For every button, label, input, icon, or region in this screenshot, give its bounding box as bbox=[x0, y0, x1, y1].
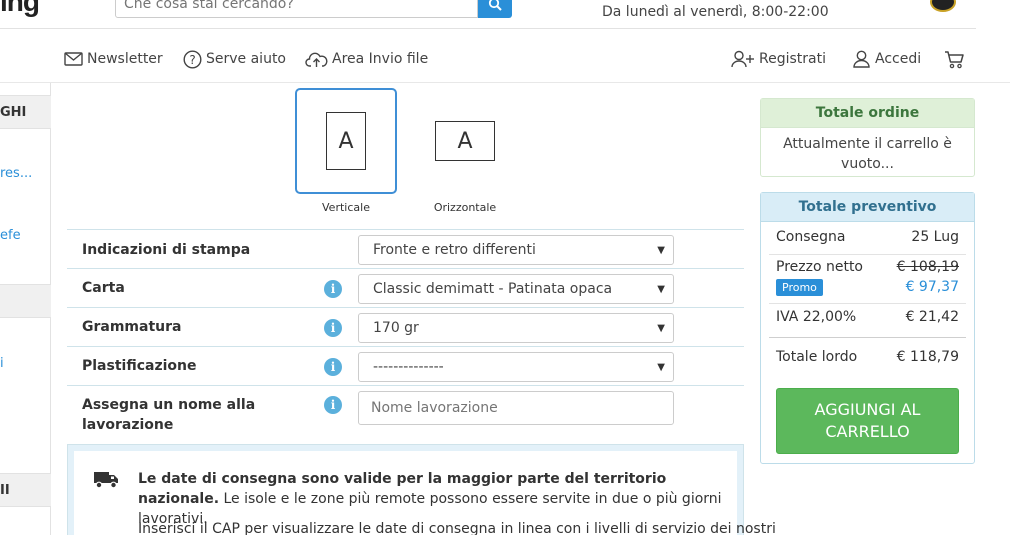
envelope-icon bbox=[64, 52, 83, 66]
paper-selected-value: Classic demimatt - Patinata opaca bbox=[373, 281, 613, 297]
chevron-down-icon: ▼ bbox=[657, 284, 665, 295]
delivery-date: 25 Lug bbox=[911, 229, 959, 245]
cart-link[interactable] bbox=[944, 48, 965, 70]
orientation-horizontal-label: Orizzontale bbox=[433, 201, 497, 214]
paper-select[interactable]: Classic demimatt - Patinata opaca ▼ bbox=[358, 274, 674, 304]
nav-divider bbox=[0, 82, 1010, 83]
job-name-field[interactable] bbox=[358, 391, 674, 425]
form-row-paper: Carta i Classic demimatt - Patinata opac… bbox=[67, 268, 744, 307]
search-box[interactable] bbox=[115, 0, 478, 18]
paper-label: Carta bbox=[82, 280, 125, 296]
lamination-info-icon[interactable]: i bbox=[324, 358, 342, 376]
svg-text:?: ? bbox=[189, 53, 195, 67]
header-divider bbox=[0, 28, 976, 29]
sidebar-heading-1[interactable]: GHI bbox=[0, 95, 51, 129]
orientation-horizontal-option[interactable]: A bbox=[414, 88, 516, 194]
upload-link[interactable]: Area Invio file bbox=[305, 48, 428, 70]
login-label: Accedi bbox=[875, 51, 922, 67]
quote-divider bbox=[769, 303, 966, 304]
gross-label: Totale lordo bbox=[776, 349, 858, 365]
truck-icon bbox=[94, 472, 118, 489]
delivery-label: Consegna bbox=[776, 229, 846, 245]
search-button[interactable] bbox=[478, 0, 512, 18]
quote-divider bbox=[769, 254, 966, 255]
user-add-icon bbox=[731, 50, 754, 68]
vat-value: € 21,42 bbox=[905, 309, 959, 325]
gross-value: € 118,79 bbox=[896, 349, 959, 365]
search-icon bbox=[488, 0, 502, 11]
vertical-page-icon: A bbox=[326, 112, 366, 170]
login-link[interactable]: Accedi bbox=[852, 48, 921, 70]
opening-hours: Da lunedì al venerdì, 8:00-22:00 bbox=[602, 4, 829, 20]
delivery-info-box: Le date di consegna sono valide per la m… bbox=[67, 444, 776, 535]
chevron-down-icon: ▼ bbox=[657, 245, 665, 256]
order-empty-text: Attualmente il carrello è vuoto... bbox=[783, 136, 952, 172]
help-link[interactable]: ? Serve aiuto bbox=[183, 48, 286, 70]
net-price-promo: € 97,37 bbox=[905, 279, 959, 295]
lamination-select[interactable]: -------------- ▼ bbox=[358, 352, 674, 382]
register-label: Registrati bbox=[759, 51, 826, 67]
quote-total-title: Totale preventivo bbox=[761, 193, 974, 222]
newsletter-link[interactable]: Newsletter bbox=[64, 48, 163, 70]
paper-info-icon[interactable]: i bbox=[324, 280, 342, 298]
newsletter-label: Newsletter bbox=[87, 51, 163, 67]
weight-select[interactable]: 170 gr ▼ bbox=[358, 313, 674, 343]
vat-label: IVA 22,00% bbox=[776, 309, 857, 325]
add-to-cart-button[interactable]: AGGIUNGI AL CARRELLO bbox=[776, 388, 959, 454]
orientation-vertical-label: Verticale bbox=[322, 201, 370, 214]
promo-badge: Promo bbox=[776, 279, 823, 296]
net-price-old: € 108,19 bbox=[896, 259, 959, 275]
horizontal-page-icon: A bbox=[435, 121, 495, 161]
upload-label: Area Invio file bbox=[332, 51, 429, 67]
chevron-down-icon: ▼ bbox=[657, 323, 665, 334]
sidebar-heading-3[interactable]: II bbox=[0, 473, 51, 507]
form-row-lamination: Plastificazione i -------------- ▼ bbox=[67, 346, 744, 385]
register-link[interactable]: Registrati bbox=[731, 48, 826, 70]
net-price-label: Prezzo netto bbox=[776, 259, 864, 275]
sidebar-heading-2[interactable] bbox=[0, 284, 51, 318]
weight-label: Grammatura bbox=[82, 319, 182, 335]
category-sidebar: GHI res... efe i II bbox=[0, 83, 51, 535]
chevron-down-icon: ▼ bbox=[657, 362, 665, 373]
order-total-card: Totale ordine Attualmente il carrello è … bbox=[760, 98, 975, 177]
print-select[interactable]: Fronte e retro differenti ▼ bbox=[358, 235, 674, 265]
search-input[interactable] bbox=[116, 0, 477, 17]
certification-badge-icon bbox=[930, 0, 956, 12]
question-circle-icon: ? bbox=[183, 49, 202, 69]
cloud-upload-icon bbox=[305, 52, 328, 67]
print-selected-value: Fronte e retro differenti bbox=[373, 242, 536, 258]
job-name-info-icon[interactable]: i bbox=[324, 396, 342, 414]
form-row-print: Indicazioni di stampa Fronte e retro dif… bbox=[67, 229, 744, 268]
user-icon bbox=[853, 50, 870, 68]
quote-divider bbox=[769, 337, 966, 338]
delivery-info-inner: Le date di consegna sono valide per la m… bbox=[74, 451, 776, 535]
sidebar-link-1[interactable]: res... bbox=[0, 166, 32, 181]
delivery-cap-notice: Inserisci il CAP per visualizzare le dat… bbox=[138, 521, 776, 535]
weight-selected-value: 170 gr bbox=[373, 320, 419, 336]
job-name-input[interactable] bbox=[359, 392, 673, 424]
orientation-vertical-option[interactable]: A bbox=[295, 88, 397, 194]
cart-icon bbox=[945, 50, 964, 68]
sidebar-link-2[interactable]: efe bbox=[0, 228, 21, 243]
sidebar-link-3[interactable]: i bbox=[0, 356, 4, 371]
order-total-title: Totale ordine bbox=[761, 99, 974, 128]
site-logo[interactable]: ing bbox=[0, 0, 40, 18]
form-row-weight: Grammatura i 170 gr ▼ bbox=[67, 307, 744, 346]
print-label: Indicazioni di stampa bbox=[82, 242, 251, 258]
job-name-label: Assegna un nome alla lavorazione bbox=[82, 397, 256, 433]
lamination-label: Plastificazione bbox=[82, 358, 197, 374]
help-label: Serve aiuto bbox=[206, 51, 287, 67]
weight-info-icon[interactable]: i bbox=[324, 319, 342, 337]
quote-total-card: Totale preventivo Consegna 25 Lug Prezzo… bbox=[760, 192, 975, 464]
lamination-selected-value: -------------- bbox=[373, 359, 444, 375]
form-row-job-name: Assegna un nome alla lavorazione i bbox=[67, 385, 744, 441]
